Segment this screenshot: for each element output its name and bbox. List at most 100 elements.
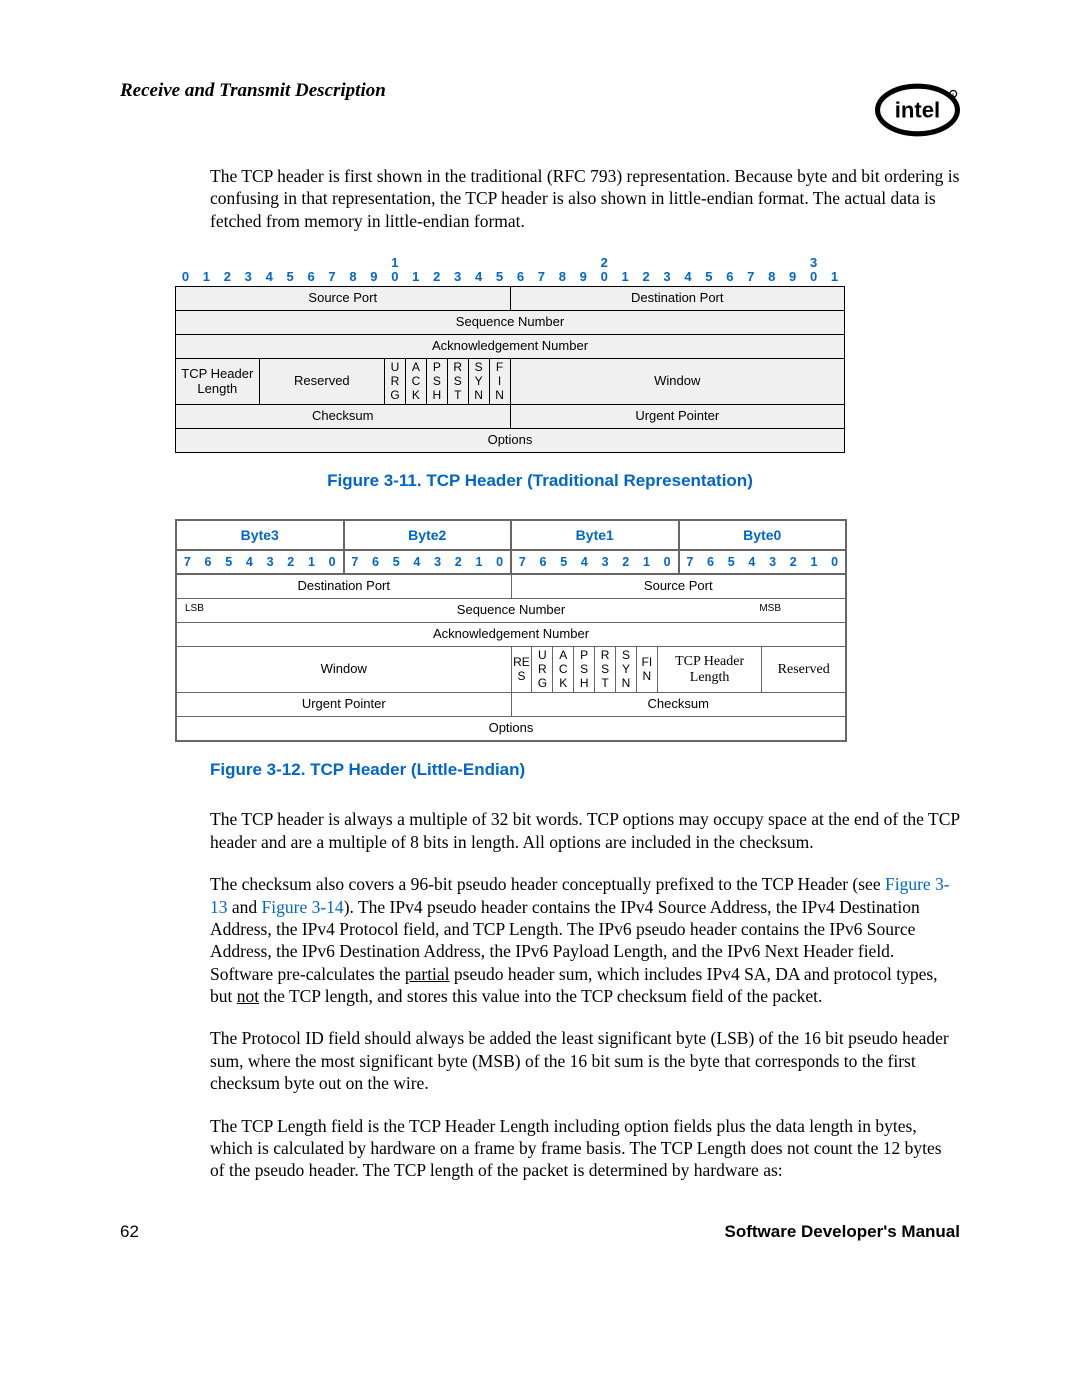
fig1-urgent: Urgent Pointer xyxy=(510,405,845,429)
paragraph-4: The TCP Length field is the TCP Header L… xyxy=(210,1115,960,1182)
fig1-dest-port: Destination Port xyxy=(510,287,845,311)
fig1-bit-index: 1 xyxy=(405,269,426,284)
fig1-bit-index: 30 xyxy=(803,269,824,284)
fig2-window: Window xyxy=(177,647,512,693)
paragraph-2: The checksum also covers a 96-bit pseudo… xyxy=(210,873,960,1007)
fig2-res: RES xyxy=(511,647,532,693)
fig2-bit-index: 1 xyxy=(469,555,490,569)
fig2-flag-psh: PSH xyxy=(574,647,595,693)
fig1-bit-index: 0 xyxy=(175,269,196,284)
fig1-bit-index: 5 xyxy=(489,269,510,284)
fig1-bit-index: 9 xyxy=(782,269,803,284)
fig2-bit-index: 7 xyxy=(512,555,533,569)
fig2-bit-index: 2 xyxy=(615,555,636,569)
fig2-flag-syn: SYN xyxy=(616,647,637,693)
fig1-bit-index: 2 xyxy=(217,269,238,284)
figure-3-11-table: 01234567891012345678920123456789301 Sour… xyxy=(175,252,845,453)
fig2-bit-index: 3 xyxy=(762,555,783,569)
fig2-flag-fin: FIN xyxy=(636,647,657,693)
svg-text:intel: intel xyxy=(895,98,940,123)
fig1-bit-index: 20 xyxy=(594,269,615,284)
figure-3-12-table: Byte3Byte2Byte1Byte0 7654321076543210765… xyxy=(175,519,847,742)
fig1-bit-index: 9 xyxy=(573,269,594,284)
fig1-bit-index: 1 xyxy=(824,269,845,284)
fig1-bit-index: 4 xyxy=(468,269,489,284)
fig2-urgent: Urgent Pointer xyxy=(177,693,512,717)
figure-3-12-caption: Figure 3-12. TCP Header (Little-Endian) xyxy=(210,760,960,780)
fig1-bit-index: 8 xyxy=(343,269,364,284)
fig1-flag-urg: URG xyxy=(385,358,406,404)
fig2-hdr-len: TCP Header Length xyxy=(657,647,762,693)
fig1-bit-index: 7 xyxy=(531,269,552,284)
fig1-bit-index: 2 xyxy=(426,269,447,284)
svg-text:R: R xyxy=(952,92,955,97)
fig1-window: Window xyxy=(510,358,845,404)
fig1-bit-index: 2 xyxy=(636,269,657,284)
fig1-bit-index: 1 xyxy=(196,269,217,284)
fig2-byte-header: Byte1 xyxy=(511,520,679,550)
paragraph-3: The Protocol ID field should always be a… xyxy=(210,1027,960,1094)
fig2-bit-index: 1 xyxy=(301,555,322,569)
fig2-flag-rst: RST xyxy=(595,647,616,693)
fig2-byte-header: Byte0 xyxy=(679,520,847,550)
fig2-dest-port: Destination Port xyxy=(177,575,512,599)
fig2-ack-num: Acknowledgement Number xyxy=(177,623,846,647)
fig1-bit-index: 3 xyxy=(657,269,678,284)
fig2-byte-header: Byte3 xyxy=(176,520,344,550)
footer-manual-title: Software Developer's Manual xyxy=(724,1222,960,1242)
fig2-bit-index: 5 xyxy=(386,555,407,569)
fig2-bit-index: 2 xyxy=(783,555,804,569)
fig2-bit-index: 4 xyxy=(574,555,595,569)
intel-logo: intel R xyxy=(875,80,960,145)
figure-3-11-caption: Figure 3-11. TCP Header (Traditional Rep… xyxy=(120,471,960,491)
fig1-bit-index: 8 xyxy=(761,269,782,284)
fig2-lsb: LSB xyxy=(185,603,204,615)
fig2-checksum: Checksum xyxy=(511,693,846,717)
fig1-bit-index: 1 xyxy=(615,269,636,284)
fig1-bit-index: 6 xyxy=(510,269,531,284)
fig1-bit-index: 10 xyxy=(384,269,405,284)
fig1-bit-index: 7 xyxy=(740,269,761,284)
fig2-options: Options xyxy=(177,717,846,741)
fig2-bit-index: 2 xyxy=(280,555,301,569)
fig2-bit-index: 6 xyxy=(700,555,721,569)
fig2-bit-index: 4 xyxy=(742,555,763,569)
fig2-flag-urg: URG xyxy=(532,647,553,693)
fig2-bit-index: 5 xyxy=(721,555,742,569)
fig1-reserved: Reserved xyxy=(259,358,384,404)
fig2-bit-index: 5 xyxy=(553,555,574,569)
fig2-bit-index: 4 xyxy=(239,555,260,569)
fig1-bit-index: 5 xyxy=(698,269,719,284)
fig2-bit-index: 4 xyxy=(407,555,428,569)
fig2-bit-index: 7 xyxy=(345,555,366,569)
fig1-bit-index: 6 xyxy=(719,269,740,284)
fig2-bit-index: 3 xyxy=(260,555,281,569)
paragraph-1: The TCP header is always a multiple of 3… xyxy=(210,808,960,853)
section-title: Receive and Transmit Description xyxy=(120,80,386,102)
fig1-checksum: Checksum xyxy=(176,405,511,429)
fig2-bit-index: 1 xyxy=(636,555,657,569)
fig2-bit-index: 5 xyxy=(218,555,239,569)
fig1-flag-fin: FIN xyxy=(489,358,510,404)
fig1-bit-index: 7 xyxy=(322,269,343,284)
fig2-bit-index: 1 xyxy=(804,555,825,569)
fig2-bit-index: 6 xyxy=(365,555,386,569)
fig1-flag-psh: PSH xyxy=(426,358,447,404)
fig2-bit-index: 3 xyxy=(595,555,616,569)
fig1-bit-index: 9 xyxy=(363,269,384,284)
fig2-bit-index: 2 xyxy=(448,555,469,569)
fig1-hdr-len: TCP Header Length xyxy=(176,358,260,404)
intro-paragraph: The TCP header is first shown in the tra… xyxy=(210,165,960,232)
fig1-options: Options xyxy=(176,429,845,453)
fig2-bit-index: 0 xyxy=(489,555,510,569)
fig1-flag-rst: RST xyxy=(447,358,468,404)
page-number: 62 xyxy=(120,1222,139,1242)
link-figure-3-14[interactable]: Figure 3-14 xyxy=(262,897,344,917)
fig1-source-port: Source Port xyxy=(176,287,511,311)
fig1-bit-index: 4 xyxy=(259,269,280,284)
fig2-msb: MSB xyxy=(759,603,781,615)
fig1-bit-index: 6 xyxy=(301,269,322,284)
fig2-bit-index: 7 xyxy=(680,555,701,569)
fig2-bit-index: 6 xyxy=(198,555,219,569)
fig2-source-port: Source Port xyxy=(511,575,846,599)
